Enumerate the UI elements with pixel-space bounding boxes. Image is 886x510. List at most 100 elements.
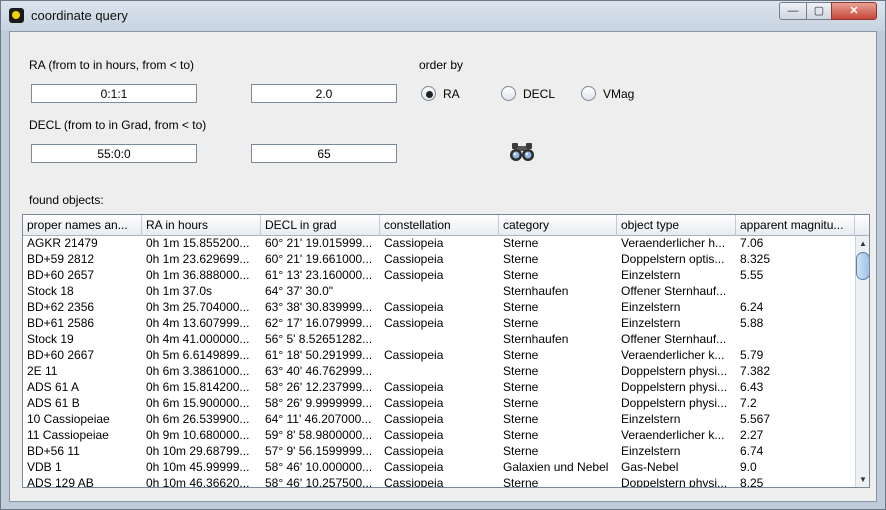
decl-to-input[interactable] [251, 144, 397, 163]
table-row[interactable]: BD+60 2667 0h 5m 6.6149899... 61° 18' 50.2… [23, 348, 855, 364]
table-row[interactable]: BD+59 2812 0h 1m 23.629699... 60° 21' 19.6… [23, 252, 855, 268]
ra-from-input[interactable] [31, 84, 197, 103]
radio-circle[interactable] [501, 86, 516, 101]
table-cell: Cassiopeia [384, 348, 444, 362]
table-cell [736, 284, 855, 300]
table-cell [380, 284, 499, 300]
table-cell: 0h 3m 25.704000... [146, 300, 250, 314]
table-cell: Sternhaufen [503, 284, 569, 298]
table-cell: Sterne [503, 380, 539, 394]
query-panel: RA (from to in hours, from < to) order b… [9, 31, 877, 502]
table-cell: Sterne [503, 364, 539, 378]
vertical-scrollbar[interactable]: ▲ ▼ [855, 236, 869, 487]
table-cell: 62° 17' 16.079999... [265, 316, 373, 330]
table-cell: Cassiopeia [384, 236, 444, 250]
table-cell: Einzelstern [621, 300, 681, 314]
table-cell: Cassiopeia [384, 268, 444, 282]
table-cell: 5.55 [740, 268, 764, 282]
col-decl[interactable]: DECL in grad [261, 215, 380, 236]
table-cell: 63° 40' 46.762999... [265, 364, 373, 378]
table-cell: ADS 61 A [27, 380, 80, 394]
table-cell: 2.27 [740, 428, 764, 442]
table-row[interactable]: ADS 129 AB 0h 10m 46.36620... 58° 46' 10.2… [23, 476, 855, 488]
order-decl-label: DECL [523, 87, 556, 101]
table-cell: Cassiopeia [384, 444, 444, 458]
table-cell: 0h 1m 36.888000... [146, 268, 250, 282]
table-body: AGKR 21479 0h 1m 15.855200... 60° 21' 19.0… [23, 236, 855, 488]
table-cell: Sterne [503, 316, 539, 330]
order-ra-label: RA [443, 87, 460, 101]
table-row[interactable]: BD+62 2356 0h 3m 25.704000... 63° 38' 30.8… [23, 300, 855, 316]
maximize-button[interactable]: ▢ [806, 2, 832, 20]
table-cell: Sterne [503, 444, 539, 458]
table-row[interactable]: Stock 18 0h 1m 37.0s 64° 37' 30.0" Sternhau… [23, 284, 855, 300]
table-cell: 61° 18' 50.291999... [265, 348, 373, 362]
table-cell: 0h 6m 15.900000... [146, 396, 250, 410]
table-cell: 5.79 [740, 348, 764, 362]
table-cell: Cassiopeia [384, 476, 444, 488]
table-row[interactable]: AGKR 21479 0h 1m 15.855200... 60° 21' 19.0… [23, 236, 855, 252]
table-row[interactable]: 2E 11 0h 6m 3.3861000... 63° 40' 46.762999… [23, 364, 855, 380]
table-row[interactable]: 10 Cassiopeiae 0h 6m 26.539900... 64° 11' … [23, 412, 855, 428]
results-table: proper names an... RA in hours DECL in g… [22, 214, 870, 488]
table-cell: Stock 18 [27, 284, 74, 298]
table-cell: Einzelstern [621, 268, 681, 282]
table-row[interactable]: ADS 61 B 0h 6m 15.900000... 58° 26' 9.9999… [23, 396, 855, 412]
table-cell: Sterne [503, 236, 539, 250]
table-row[interactable]: 11 Cassiopeiae 0h 9m 10.680000... 59° 8' 5… [23, 428, 855, 444]
decl-from-input[interactable] [31, 144, 197, 163]
table-cell [736, 332, 855, 348]
table-corner [855, 215, 869, 236]
table-cell: 64° 37' 30.0" [265, 284, 334, 298]
table-cell: 56° 5' 8.52651282... [265, 332, 373, 346]
table-cell: 6.43 [740, 380, 764, 394]
table-cell: 0h 10m 45.99999... [146, 460, 250, 474]
radio-circle[interactable] [421, 86, 436, 101]
table-cell: Cassiopeia [384, 380, 444, 394]
minimize-button[interactable]: — [779, 2, 807, 20]
table-cell: 0h 9m 10.680000... [146, 428, 250, 442]
table-cell: 0h 5m 6.6149899... [146, 348, 250, 362]
table-cell: Veraenderlicher k... [621, 348, 725, 362]
found-objects-label: found objects: [29, 193, 104, 207]
table-cell: Cassiopeia [384, 252, 444, 266]
table-cell: 59° 8' 58.9800000... [265, 428, 373, 442]
table-row[interactable]: ADS 61 A 0h 6m 15.814200... 58° 26' 12.237… [23, 380, 855, 396]
table-row[interactable]: BD+60 2657 0h 1m 36.888000... 61° 13' 23.1… [23, 268, 855, 284]
table-cell: Einzelstern [621, 444, 681, 458]
col-apparent-magnitude[interactable]: apparent magnitu... [736, 215, 855, 236]
table-cell: 7.06 [740, 236, 764, 250]
table-cell: 5.88 [740, 316, 764, 330]
table-cell: Sterne [503, 428, 539, 442]
scroll-down-icon[interactable]: ▼ [856, 472, 869, 487]
table-cell: Galaxien und Nebel [503, 460, 609, 474]
table-cell: Veraenderlicher k... [621, 428, 725, 442]
table-cell: 58° 46' 10.257500... [265, 476, 373, 488]
table-cell: VDB 1 [27, 460, 62, 474]
table-row[interactable]: VDB 1 0h 10m 45.99999... 58° 46' 10.000000… [23, 460, 855, 476]
col-proper-names[interactable]: proper names an... [23, 215, 142, 236]
radio-selected-dot [426, 91, 433, 98]
radio-circle[interactable] [581, 86, 596, 101]
col-object-type[interactable]: object type [617, 215, 736, 236]
table-cell: Sterne [503, 348, 539, 362]
scrollbar-thumb[interactable] [856, 252, 869, 280]
scroll-up-icon[interactable]: ▲ [856, 236, 869, 252]
table-cell: 63° 38' 30.839999... [265, 300, 373, 314]
table-row[interactable]: BD+61 2586 0h 4m 13.607999... 62° 17' 16.0… [23, 316, 855, 332]
table-cell: Cassiopeia [384, 412, 444, 426]
col-category[interactable]: category [499, 215, 617, 236]
table-row[interactable]: BD+56 11 0h 10m 29.68799... 57° 9' 56.1599… [23, 444, 855, 460]
col-constellation[interactable]: constellation [380, 215, 499, 236]
table-cell: 0h 4m 41.000000... [146, 332, 250, 346]
title-bar[interactable]: coordinate query — ▢ ✕ [1, 1, 885, 31]
table-cell: Doppelstern physi... [621, 364, 728, 378]
ra-to-input[interactable] [251, 84, 397, 103]
binoculars-icon[interactable] [509, 140, 535, 164]
table-cell [380, 332, 499, 348]
table-row[interactable]: Stock 19 0h 4m 41.000000... 56° 5' 8.52651… [23, 332, 855, 348]
close-button[interactable]: ✕ [831, 2, 877, 20]
col-ra[interactable]: RA in hours [142, 215, 261, 236]
table-cell: Cassiopeia [384, 300, 444, 314]
table-cell: BD+60 2667 [27, 348, 95, 362]
